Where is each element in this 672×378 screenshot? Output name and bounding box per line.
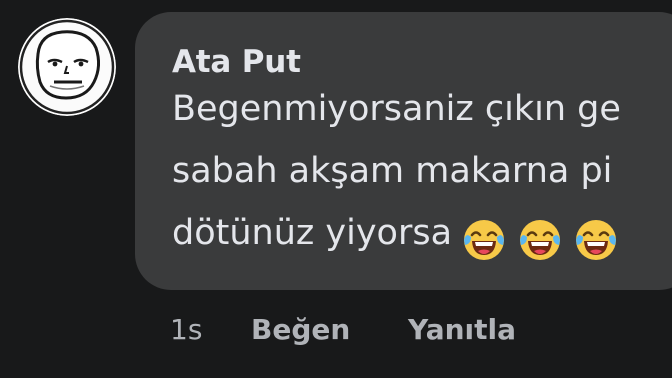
- avatar[interactable]: [18, 18, 116, 116]
- comment-text-line: dötünüz yiyorsa: [172, 212, 630, 262]
- comment-bubble: Ata Put Begenmiyorsaniz çıkın ge sabah a…: [135, 12, 672, 290]
- comment-timestamp[interactable]: 1s: [170, 312, 202, 348]
- comment-text-line: Begenmiyorsaniz çıkın ge: [172, 89, 621, 129]
- laughing-tears-emoji-icon: [464, 220, 505, 260]
- like-button[interactable]: Beğen: [251, 312, 350, 348]
- laughing-tears-emoji-icon: [576, 220, 617, 260]
- comment-text-line: sabah akşam makarna pi: [172, 151, 613, 191]
- comment-text-fragment: dötünüz yiyorsa: [172, 213, 453, 253]
- emoji-row: [462, 218, 630, 262]
- comment-author[interactable]: Ata Put: [172, 44, 301, 80]
- poker-face-avatar-icon: [18, 18, 116, 116]
- laughing-tears-emoji-icon: [520, 220, 561, 260]
- reply-button[interactable]: Yanıtla: [408, 312, 516, 348]
